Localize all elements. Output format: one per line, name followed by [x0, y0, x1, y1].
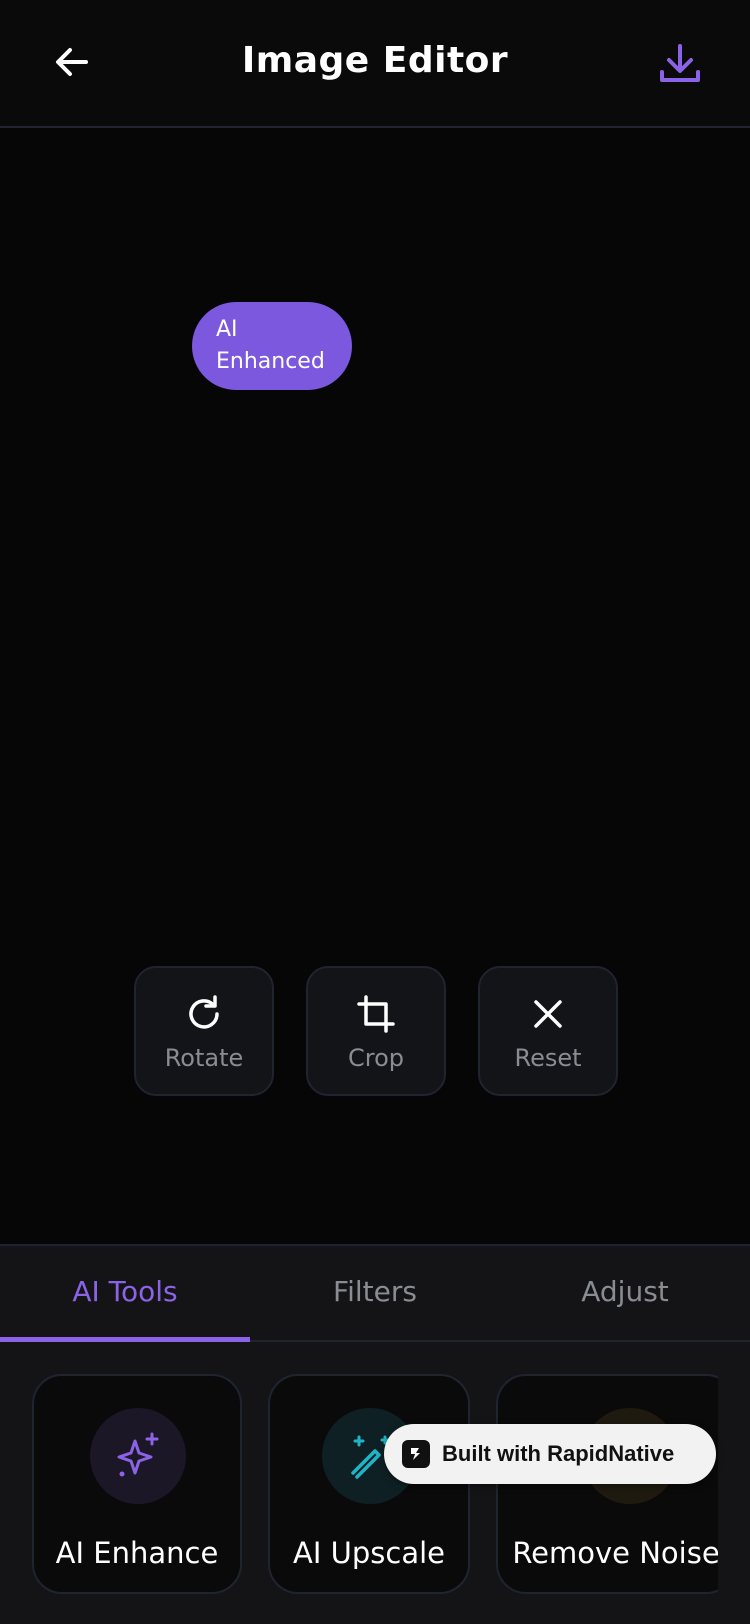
rotate-icon: [184, 994, 224, 1034]
ai-upscale-label: AI Upscale: [293, 1536, 445, 1570]
crop-button[interactable]: Crop: [306, 966, 446, 1096]
tab-bar: AI Tools Filters Adjust: [0, 1246, 750, 1342]
edit-toolbar: Rotate Crop Reset: [134, 966, 618, 1096]
ai-tools-list[interactable]: AI Enhance AI Upscale Remove Noise: [32, 1374, 718, 1594]
remove-noise-card[interactable]: Remove Noise: [496, 1374, 718, 1594]
reset-label: Reset: [514, 1044, 582, 1072]
tab-adjust[interactable]: Adjust: [500, 1246, 750, 1340]
crop-icon: [356, 994, 396, 1034]
ai-enhance-icon-circle: [90, 1408, 186, 1504]
ai-upscale-card[interactable]: AI Upscale: [268, 1374, 470, 1594]
header: Image Editor: [0, 0, 750, 128]
page-title: Image Editor: [241, 40, 509, 81]
remove-noise-label: Remove Noise: [512, 1536, 718, 1570]
ai-enhance-label: AI Enhance: [55, 1536, 219, 1570]
tab-filters[interactable]: Filters: [250, 1246, 500, 1340]
rotate-button[interactable]: Rotate: [134, 966, 274, 1096]
crop-label: Crop: [347, 1044, 404, 1072]
built-with-badge[interactable]: Built with RapidNative: [384, 1424, 716, 1484]
close-icon: [528, 994, 568, 1034]
download-icon: [660, 44, 700, 82]
download-button[interactable]: [654, 38, 706, 90]
built-with-label: Built with RapidNative: [442, 1441, 675, 1466]
tab-ai-tools[interactable]: AI Tools: [0, 1246, 250, 1342]
reset-button[interactable]: Reset: [478, 966, 618, 1096]
rotate-label: Rotate: [164, 1044, 244, 1072]
rapidnative-logo-icon: [402, 1440, 430, 1468]
sparkle-icon: [117, 1432, 159, 1477]
image-canvas[interactable]: AI Enhanced Rotate Crop Reset: [0, 128, 750, 1244]
ai-enhance-card[interactable]: AI Enhance: [32, 1374, 242, 1594]
ai-enhanced-badge: AI Enhanced: [192, 302, 352, 390]
